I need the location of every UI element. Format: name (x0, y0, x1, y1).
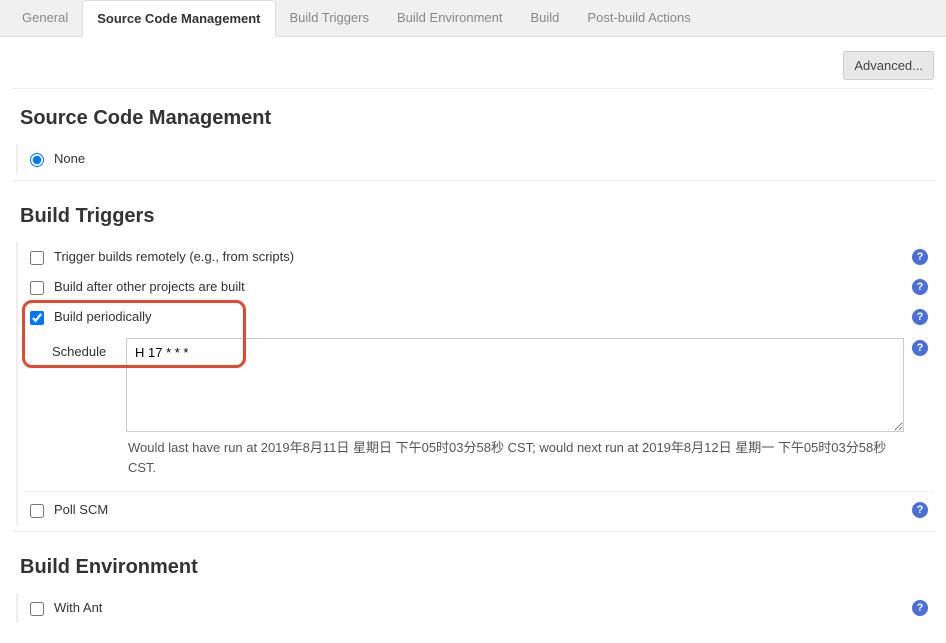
trigger-remote-checkbox[interactable] (30, 251, 44, 265)
help-icon[interactable]: ? (912, 502, 928, 518)
help-icon[interactable]: ? (912, 340, 928, 356)
divider (12, 180, 934, 181)
trigger-after-checkbox[interactable] (30, 281, 44, 295)
tab-build[interactable]: Build (517, 0, 574, 36)
tab-post-build-actions[interactable]: Post-build Actions (573, 0, 704, 36)
env-withant-label: With Ant (54, 600, 912, 615)
help-icon[interactable]: ? (912, 249, 928, 265)
help-icon[interactable]: ? (912, 600, 928, 616)
triggers-section-body: Trigger builds remotely (e.g., from scri… (16, 242, 934, 525)
trigger-remote-label: Trigger builds remotely (e.g., from scri… (54, 249, 912, 264)
help-icon[interactable]: ? (912, 309, 928, 325)
trigger-remote-row: Trigger builds remotely (e.g., from scri… (24, 242, 934, 272)
env-section-title: Build Environment (12, 538, 934, 593)
env-withant-row: With Ant ? (24, 593, 934, 623)
trigger-pollscm-row: Poll SCM ? (24, 491, 934, 525)
tab-build-environment[interactable]: Build Environment (383, 0, 517, 36)
tab-general[interactable]: General (8, 0, 82, 36)
scm-none-label: None (54, 151, 930, 166)
env-section-body: With Ant ? (16, 593, 934, 623)
schedule-label: Schedule (52, 338, 126, 359)
content-area: Advanced... Source Code Management None … (0, 37, 946, 643)
trigger-periodic-checkbox[interactable] (30, 311, 44, 325)
scm-none-radio[interactable] (30, 153, 44, 167)
trigger-after-label: Build after other projects are built (54, 279, 912, 294)
schedule-info-text: Would last have run at 2019年8月11日 星期日 下午… (126, 432, 904, 487)
schedule-textarea[interactable] (126, 338, 904, 432)
advanced-row: Advanced... (12, 45, 934, 89)
scm-section-body: None (16, 144, 934, 174)
tab-build-triggers[interactable]: Build Triggers (276, 0, 383, 36)
schedule-right: Would last have run at 2019年8月11日 星期日 下午… (126, 338, 904, 487)
trigger-after-row: Build after other projects are built ? (24, 272, 934, 302)
tab-source-code-management[interactable]: Source Code Management (82, 0, 275, 37)
trigger-pollscm-label: Poll SCM (54, 502, 912, 517)
scm-section-title: Source Code Management (12, 89, 934, 144)
trigger-periodic-row: Build periodically ? (24, 302, 934, 332)
divider (12, 531, 934, 532)
advanced-button[interactable]: Advanced... (843, 51, 934, 80)
trigger-pollscm-checkbox[interactable] (30, 504, 44, 518)
triggers-section-title: Build Triggers (12, 187, 934, 242)
help-icon[interactable]: ? (912, 279, 928, 295)
tab-bar: General Source Code Management Build Tri… (0, 0, 946, 37)
scm-none-row: None (24, 144, 934, 174)
trigger-periodic-wrapper: Build periodically ? Schedule Would last… (24, 302, 934, 487)
trigger-periodic-label: Build periodically (54, 309, 912, 324)
env-withant-checkbox[interactable] (30, 602, 44, 616)
schedule-block: Schedule Would last have run at 2019年8月1… (24, 332, 934, 487)
